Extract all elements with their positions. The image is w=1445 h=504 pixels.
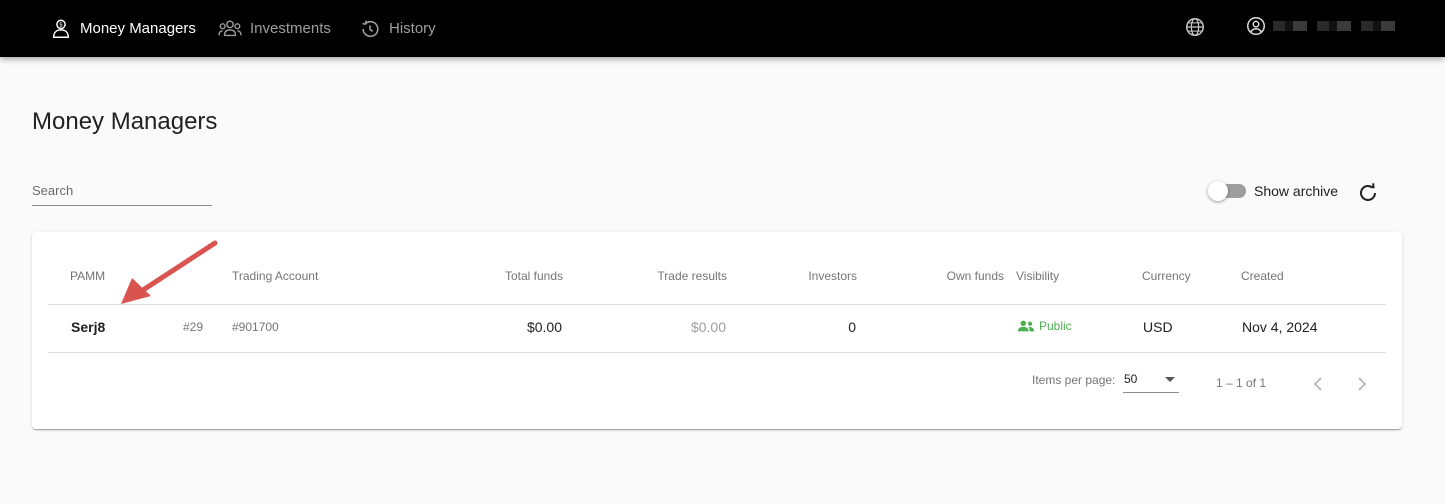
account-circle-icon xyxy=(1247,17,1265,35)
pagination-range: 1 – 1 of 1 xyxy=(1216,376,1267,390)
row-investors: 0 xyxy=(848,319,856,335)
row-pamm-id: #29 xyxy=(183,320,204,334)
nav-history[interactable]: History xyxy=(359,0,436,57)
nav-money-managers-label: Money Managers xyxy=(80,20,196,37)
column-header-total-funds[interactable]: Total funds xyxy=(505,269,563,283)
column-header-currency[interactable]: Currency xyxy=(1142,269,1191,283)
next-page-icon[interactable] xyxy=(1350,372,1374,396)
row-divider xyxy=(48,352,1386,353)
items-per-page-value: 50 xyxy=(1124,372,1138,386)
show-archive-label: Show archive xyxy=(1254,183,1339,199)
toggle-track[interactable] xyxy=(1208,181,1246,201)
column-header-investors[interactable]: Investors xyxy=(808,269,857,283)
column-header-pamm[interactable]: PAMM xyxy=(70,269,105,283)
row-visibility: Public xyxy=(1017,319,1072,333)
column-header-created[interactable]: Created xyxy=(1241,269,1284,283)
refresh-icon[interactable] xyxy=(1356,181,1380,205)
row-trading-account: #901700 xyxy=(232,320,279,334)
column-header-trade-results[interactable]: Trade results xyxy=(657,269,727,283)
show-archive-toggle[interactable]: Show archive xyxy=(1208,181,1339,201)
nav-history-label: History xyxy=(389,20,436,37)
row-pamm-name[interactable]: Serj8 xyxy=(71,319,105,335)
row-currency: USD xyxy=(1143,319,1173,335)
toggle-thumb[interactable] xyxy=(1208,181,1228,201)
managers-table-card: PAMM Trading Account Total funds Trade r… xyxy=(32,232,1402,429)
svg-text:$: $ xyxy=(59,21,63,28)
row-total-funds: $0.00 xyxy=(526,319,562,335)
row-trade-results: $0.00 xyxy=(690,319,726,335)
chevron-down-icon xyxy=(1165,377,1175,382)
page-title: Money Managers xyxy=(32,108,218,135)
row-created: Nov 4, 2024 xyxy=(1242,319,1318,335)
account-menu[interactable]: ████████ xyxy=(1245,15,1399,37)
column-header-visibility[interactable]: Visibility xyxy=(1016,269,1059,283)
group-icon xyxy=(218,20,242,36)
public-group-icon xyxy=(1017,320,1035,332)
items-per-page-select[interactable]: 50 xyxy=(1123,371,1179,393)
column-header-trading-account[interactable]: Trading Account xyxy=(232,269,318,283)
nav-investments[interactable]: Investments xyxy=(218,0,331,57)
nav-money-managers[interactable]: $ Money Managers xyxy=(50,0,196,57)
nav-investments-label: Investments xyxy=(250,20,331,37)
row-visibility-label: Public xyxy=(1039,319,1072,333)
top-nav-bar: $ Money Managers Investments History xyxy=(0,0,1445,57)
search-field xyxy=(32,180,212,206)
column-header-own-funds[interactable]: Own funds xyxy=(947,269,1004,283)
money-manager-icon: $ xyxy=(52,19,70,38)
search-input[interactable] xyxy=(32,180,212,206)
globe-icon[interactable] xyxy=(1184,16,1206,38)
header-divider xyxy=(48,304,1386,305)
items-per-page-label: Items per page: xyxy=(1032,373,1116,387)
history-icon xyxy=(362,20,379,37)
account-name: ████████ xyxy=(1273,21,1399,31)
previous-page-icon[interactable] xyxy=(1306,372,1330,396)
